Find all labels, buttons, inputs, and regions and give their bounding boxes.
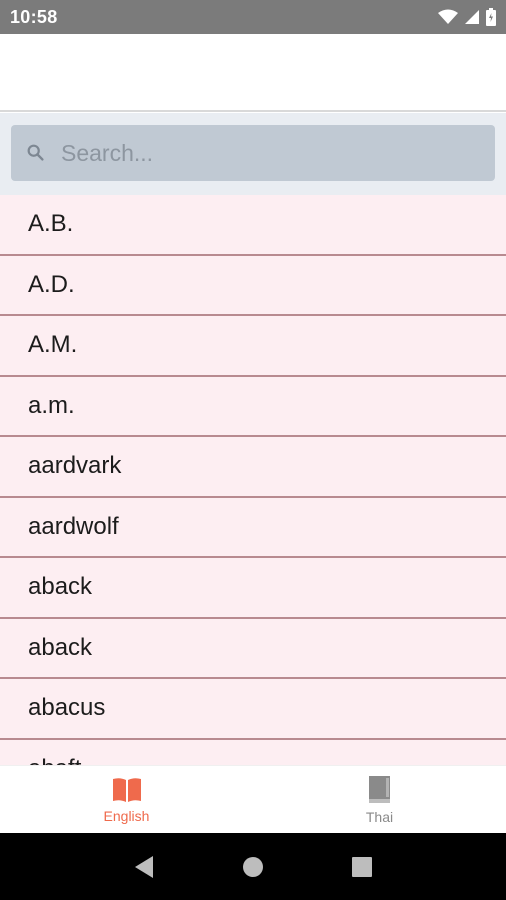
- list-item[interactable]: aback: [0, 558, 506, 619]
- word-label: A.D.: [28, 270, 75, 298]
- status-time: 10:58: [10, 6, 58, 27]
- tab-english-label: English: [103, 807, 150, 824]
- wifi-icon: [438, 9, 458, 24]
- recents-button[interactable]: [347, 852, 377, 882]
- word-list: A.B. A.D. A.M. a.m. aardvark aardwolf ab…: [0, 195, 506, 765]
- search-area: [0, 113, 506, 195]
- word-label: aardvark: [28, 452, 122, 480]
- home-button[interactable]: [238, 852, 268, 882]
- search-input[interactable]: [61, 125, 495, 181]
- list-item[interactable]: A.B.: [0, 195, 506, 256]
- list-item[interactable]: abaft: [0, 739, 506, 765]
- status-icons: [438, 8, 496, 26]
- word-label: A.B.: [28, 210, 74, 238]
- list-item[interactable]: aardvark: [0, 437, 506, 498]
- word-label: aback: [28, 573, 93, 601]
- search-icon: [27, 144, 44, 161]
- app-header: [0, 34, 506, 112]
- word-label: aback: [28, 633, 93, 661]
- status-bar: 10:58: [0, 0, 506, 34]
- home-circle-icon: [242, 856, 263, 877]
- tab-thai[interactable]: Thai: [253, 766, 506, 833]
- tab-thai-label: Thai: [365, 808, 394, 825]
- word-label: abacus: [28, 694, 106, 722]
- system-nav-bar: [0, 833, 506, 900]
- back-button[interactable]: [129, 852, 159, 882]
- list-item[interactable]: A.M.: [0, 316, 506, 377]
- word-label: aardwolf: [28, 512, 119, 540]
- list-item[interactable]: aback: [0, 618, 506, 679]
- battery-icon: [486, 8, 496, 26]
- closed-book-icon: [368, 775, 390, 803]
- list-item[interactable]: A.D.: [0, 255, 506, 316]
- word-label: abaft: [28, 755, 81, 765]
- open-book-icon: [112, 777, 141, 802]
- search-box[interactable]: [11, 125, 495, 181]
- recents-square-icon: [351, 856, 372, 877]
- list-item[interactable]: aardwolf: [0, 497, 506, 558]
- signal-icon: [465, 10, 479, 24]
- word-label: A.M.: [28, 331, 78, 359]
- word-label: a.m.: [28, 391, 75, 419]
- bottom-nav: English Thai: [0, 765, 506, 833]
- back-triangle-icon: [135, 855, 154, 878]
- tab-english[interactable]: English: [0, 766, 253, 833]
- list-item[interactable]: abacus: [0, 679, 506, 740]
- list-item[interactable]: a.m.: [0, 376, 506, 437]
